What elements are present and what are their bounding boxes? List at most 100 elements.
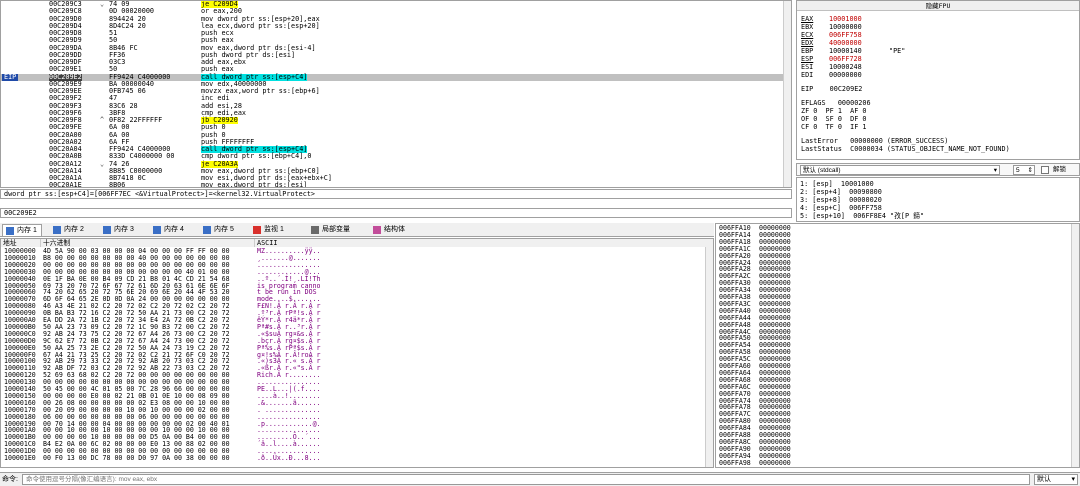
tab-label: 监视 1 [264, 226, 284, 233]
dump-header-ascii[interactable]: ASCII [255, 239, 713, 247]
register-name: ESI [801, 63, 814, 71]
register-name: ECX [801, 31, 814, 39]
local-vars-icon [311, 226, 319, 234]
hide-fpu-button[interactable]: 隐藏FPU [797, 1, 1079, 11]
stack-pane[interactable]: 006FFA10 00000000 006FFA14 00000000 006FFA18… [715, 223, 1080, 468]
tab-locals[interactable]: 局部变量 [308, 224, 358, 236]
dump-header-address[interactable]: 地址 [1, 239, 41, 247]
register-row[interactable]: EAX 10001000 [801, 15, 862, 23]
register-name: EBX [801, 23, 814, 31]
instruction-info: dword ptr ss:[esp+C4]=[006FF7EC <&Virtua… [0, 189, 792, 199]
call-arg-row[interactable]: 1: [esp] 10001000 [800, 180, 874, 188]
address-info: 00C209E2 [0, 208, 792, 218]
register-value: 40000000 [829, 39, 862, 47]
register-row[interactable]: EDI 00000000 [801, 71, 862, 79]
command-label: 命令: [2, 476, 18, 483]
memory-icon [203, 226, 211, 234]
last-error[interactable]: LastError 00000000 (ERROR_SUCCESS) [801, 137, 948, 145]
register-name: EDX [801, 39, 814, 47]
call-arg-row[interactable]: 4: [esp+C] 006FF758 [800, 204, 882, 212]
register-name: EDI [801, 71, 814, 79]
tab-label: 局部变量 [322, 226, 350, 233]
tab-label: 结构体 [384, 226, 405, 233]
call-arg-row[interactable]: 3: [esp+8] 00000020 [800, 196, 882, 204]
command-mode-select[interactable]: 默认 ▾ [1034, 474, 1078, 485]
register-value: 006FF728 [829, 55, 862, 63]
register-row[interactable]: ESI 10000248 [801, 63, 862, 71]
register-row[interactable]: EDX 40000000 [801, 39, 862, 47]
tab-memory-5[interactable]: 内存 5 [200, 224, 240, 236]
tab-label: 内存 4 [164, 226, 184, 233]
register-comment: "PE" [889, 47, 906, 55]
dump-ascii: .ð..Üx..Ð...8... [257, 454, 321, 462]
register-row[interactable]: EBP 10000140 "PE" [801, 47, 905, 55]
eip-register[interactable]: EIP 00C209E2 [801, 85, 862, 93]
register-name: ESP [801, 55, 814, 63]
register-name: EAX [801, 15, 814, 23]
tab-memory-1[interactable]: 内存 1 [2, 224, 42, 236]
memory-icon [103, 226, 111, 234]
command-bar: 命令: 默认 ▾ [0, 472, 1080, 486]
stack-row[interactable]: 006FFA98 00000000 [719, 458, 791, 467]
tab-struct[interactable]: 结构体 [370, 224, 414, 236]
register-value: 10000000 [829, 23, 862, 31]
flags-row[interactable]: CF 0 TF 0 IF 1 [801, 123, 866, 131]
disasm-bytes: 8B06 [109, 181, 126, 188]
dump-hex: 00 F0 13 00 DC 78 00 00 D0 97 0A 00 38 0… [43, 454, 230, 462]
command-input[interactable] [22, 474, 1030, 485]
stack-value: 00000000 [759, 458, 791, 467]
spinner-icon: ⇕ [1027, 167, 1033, 174]
struct-icon [373, 226, 381, 234]
arg-count-value: 5 [1016, 167, 1020, 174]
memory-icon [53, 226, 61, 234]
disasm-scrollbar[interactable] [783, 1, 791, 187]
tab-label: 内存 2 [64, 226, 84, 233]
memory-icon [6, 227, 14, 235]
register-value: 00000000 [829, 71, 862, 79]
registers-pane[interactable]: 隐藏FPU EAX 10001000 EBX 10000000 ECX 006FF758 E… [796, 0, 1080, 160]
unlock-checkbox[interactable] [1041, 166, 1049, 174]
tab-label: 内存 5 [214, 226, 234, 233]
dump-address: 100001E0 [4, 454, 36, 462]
unlock-label: 解锁 [1053, 166, 1066, 173]
tab-memory-2[interactable]: 内存 2 [50, 224, 90, 236]
calling-convention-bar: 默认 (stdcall) ▾ 5 ⇕ 解锁 [796, 163, 1080, 176]
register-value: 006FF758 [829, 31, 862, 39]
arg-count-spinner[interactable]: 5 ⇕ [1013, 165, 1035, 175]
register-row[interactable]: EBX 10000000 [801, 23, 862, 31]
chevron-down-icon: ▾ [993, 167, 997, 174]
dump-header-hex[interactable]: 十六进制 [41, 239, 255, 247]
call-args-pane[interactable]: 1: [esp] 10001000 2: [esp+4] 00090800 3: [… [796, 177, 1080, 222]
dump-scrollbar[interactable] [705, 247, 713, 467]
tab-label: 内存 1 [17, 227, 37, 234]
tab-memory-4[interactable]: 内存 4 [150, 224, 190, 236]
call-arg-row[interactable]: 5: [esp+10] 006FF8E4 "孜[P 鍗" [800, 212, 924, 220]
calling-convention-value: 默认 (stdcall) [803, 167, 841, 174]
memory-dump-pane[interactable]: 地址 十六进制 ASCII 10000000 4D 5A 90 00 03 00 … [0, 238, 714, 468]
call-arg-row[interactable]: 2: [esp+4] 00090800 [800, 188, 882, 196]
register-value: 10000248 [829, 63, 862, 71]
register-value: 10001000 [829, 15, 862, 23]
flags-row[interactable]: OF 0 SF 0 DF 0 [801, 115, 866, 123]
watch-icon [253, 226, 261, 234]
disasm-address[interactable]: 00C20A1E [49, 181, 82, 187]
disassembly-pane[interactable]: 00C209C3 ⌄ 74 09 je C209D4 00C209C8 0D 000200… [0, 0, 792, 188]
disasm-instruction: mov eax,dword ptr ds:[esi] [201, 181, 308, 188]
stack-scrollbar[interactable] [1071, 224, 1079, 467]
chevron-down-icon: ▾ [1071, 476, 1075, 483]
tab-memory-3[interactable]: 内存 3 [100, 224, 140, 236]
calling-convention-select[interactable]: 默认 (stdcall) ▾ [800, 165, 1000, 175]
memory-icon [153, 226, 161, 234]
dump-tabs: 内存 1 内存 2 内存 3 内存 4 内存 5 监视 1 局部变量 结构体 [0, 223, 714, 237]
register-name: EBP [801, 47, 814, 55]
stack-address: 006FFA98 [719, 458, 751, 467]
register-row[interactable]: ESP 006FF728 [801, 55, 862, 63]
flags-row[interactable]: ZF 0 PF 1 AF 0 [801, 107, 866, 115]
register-row[interactable]: ECX 006FF758 [801, 31, 862, 39]
last-status[interactable]: LastStatus C0000034 (STATUS_OBJECT_NAME_… [801, 145, 1010, 153]
register-value: 10000140 [829, 47, 862, 55]
disasm-row[interactable]: 00C20A1E 8B06 mov eax,dword ptr ds:[esi] [1, 181, 791, 188]
command-mode-value: 默认 [1037, 476, 1051, 483]
tab-watch[interactable]: 监视 1 [250, 224, 296, 236]
eflags-register[interactable]: EFLAGS 00000206 [801, 99, 871, 107]
